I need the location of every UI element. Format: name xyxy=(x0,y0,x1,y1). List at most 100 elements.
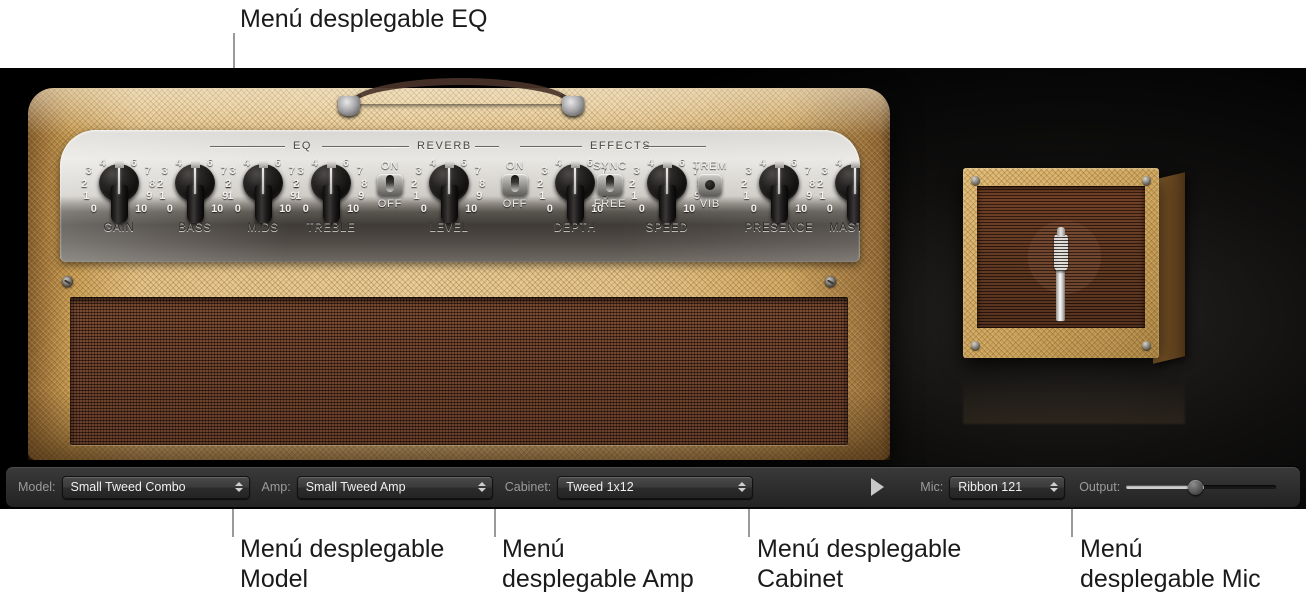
scale-0: 0 xyxy=(826,202,833,215)
scale-3: 3 xyxy=(229,164,236,177)
scale-0: 0 xyxy=(750,202,757,215)
scale-10: 10 xyxy=(211,202,224,215)
model-popup-menu[interactable]: Small Tweed Combo xyxy=(61,475,250,499)
switch-trem-bottom-label: VIB xyxy=(699,198,721,210)
knob-bass-dial[interactable]: 0 1 2 3 4 6 7 8 9 10 xyxy=(157,156,232,223)
scale-3: 3 xyxy=(745,164,752,177)
switch-effects-onoff[interactable]: ON OFF xyxy=(488,160,542,210)
amp-control-panel: EQ REVERB EFFECTS 0 1 2 3 4 6 7 8 9 10 G… xyxy=(60,130,860,262)
knob-gain-pointer xyxy=(118,164,120,194)
cabinet-reflection xyxy=(963,360,1185,424)
scale-1: 1 xyxy=(631,190,638,203)
microphone[interactable] xyxy=(1054,225,1068,321)
scale-1: 1 xyxy=(413,190,420,203)
knob-treble[interactable]: 0 1 2 3 4 6 7 8 9 10 TREBLE xyxy=(293,156,368,234)
knob-bass-cap xyxy=(190,161,200,168)
cabinet-screw-top-right xyxy=(1142,176,1151,185)
scale-4: 4 xyxy=(243,157,250,170)
switch-trem-top-label: TREM xyxy=(692,160,728,172)
switch-reverb-lever[interactable] xyxy=(386,175,394,192)
annotation-amp-leader xyxy=(494,509,496,537)
scale-2: 2 xyxy=(537,177,544,190)
annotation-eq-label: Menú desplegable EQ xyxy=(240,5,488,33)
handle-strap xyxy=(350,78,572,104)
knob-treble-pointer xyxy=(330,164,332,194)
knob-mids-cap xyxy=(258,161,268,168)
knob-gain-dial[interactable]: 0 1 2 3 4 6 7 8 9 10 xyxy=(81,156,156,223)
scale-2: 2 xyxy=(81,177,88,190)
handle-mount-right xyxy=(562,96,584,116)
amp-popup-menu[interactable]: Small Tweed Amp xyxy=(296,475,493,499)
knob-speed-label: SPEED xyxy=(645,222,689,234)
model-label: Model: xyxy=(18,480,56,494)
knob-treble-dial[interactable]: 0 1 2 3 4 6 7 8 9 10 xyxy=(293,156,368,223)
switch-trem-vib[interactable]: TREM VIB xyxy=(683,160,737,210)
chevron-updown-icon xyxy=(477,482,486,492)
scale-4: 4 xyxy=(759,157,766,170)
output-slider-thumb[interactable] xyxy=(1187,479,1203,495)
knob-presence-label: PRESENCE xyxy=(744,222,814,234)
knob-master-dial[interactable]: 0 1 2 3 4 6 7 8 9 10 xyxy=(817,156,860,223)
scale-1: 1 xyxy=(743,190,750,203)
knob-speed-cap xyxy=(662,161,672,168)
eq-section-title: EQ xyxy=(293,140,313,152)
output-label: Output: xyxy=(1079,480,1121,494)
knob-mids[interactable]: 0 1 2 3 4 6 7 8 9 10 MIDS xyxy=(225,156,300,234)
switch-sync-lever[interactable] xyxy=(606,175,614,192)
knob-gain[interactable]: 0 1 2 3 4 6 7 8 9 10 GAIN xyxy=(81,156,156,234)
knob-bass[interactable]: 0 1 2 3 4 6 7 8 9 10 BASS xyxy=(157,156,232,234)
scale-1: 1 xyxy=(295,190,302,203)
chevron-updown-icon xyxy=(234,482,243,492)
knob-presence-dial[interactable]: 0 1 2 3 4 6 7 8 9 10 xyxy=(741,156,816,223)
speaker-cabinet xyxy=(963,168,1185,364)
microphone-tip xyxy=(1057,226,1065,236)
switch-reverb-onoff[interactable]: ON OFF xyxy=(363,160,417,210)
switch-reverb-top-label: ON xyxy=(380,160,400,172)
scale-2: 2 xyxy=(293,177,300,190)
knob-master[interactable]: 0 1 2 3 4 6 7 8 9 10 xyxy=(817,156,860,234)
scale-7: 7 xyxy=(804,164,811,177)
eq-rule-left xyxy=(210,146,285,147)
scale-1: 1 xyxy=(819,190,826,203)
cabinet-popup-menu[interactable]: Tweed 1x12 xyxy=(557,475,754,499)
scale-3: 3 xyxy=(415,164,422,177)
grille-screw-top-right xyxy=(825,276,836,287)
knob-gain-cap xyxy=(114,161,124,168)
knob-level-dial[interactable]: 0 1 2 3 4 6 7 8 9 10 xyxy=(411,156,486,223)
switch-trem-body[interactable] xyxy=(698,174,722,196)
scale-2: 2 xyxy=(741,177,748,190)
cabinet-front xyxy=(963,168,1159,358)
mic-popup-menu[interactable]: Ribbon 121 xyxy=(949,475,1066,499)
scale-4: 4 xyxy=(311,157,318,170)
scale-10: 10 xyxy=(347,202,360,215)
knob-presence[interactable]: 0 1 2 3 4 6 7 8 9 10 PRESENCE xyxy=(741,156,816,234)
effects-rule-right xyxy=(644,146,706,147)
annotation-mic-leader xyxy=(1071,509,1073,537)
scale-10: 10 xyxy=(465,202,478,215)
switch-effects-lever[interactable] xyxy=(511,175,519,192)
knob-presence-pointer xyxy=(778,164,780,194)
annotation-model-label: Menú desplegable Model xyxy=(240,535,445,593)
scale-2: 2 xyxy=(411,177,418,190)
switch-reverb-body[interactable] xyxy=(377,174,403,196)
knob-depth-cap xyxy=(570,161,580,168)
knob-level-cap xyxy=(444,161,454,168)
mic-popup-value: Ribbon 121 xyxy=(958,480,1023,494)
annotation-cabinet-label: Menú desplegable Cabinet xyxy=(757,535,962,593)
scale-0: 0 xyxy=(166,202,173,215)
scale-8: 8 xyxy=(809,177,816,190)
play-triangle-icon[interactable] xyxy=(871,478,885,496)
plugin-toolbar: Model: Small Tweed Combo Amp: Small Twee… xyxy=(6,467,1300,507)
annotation-mic-label: Menú desplegable Mic xyxy=(1080,535,1261,593)
output-slider[interactable] xyxy=(1126,477,1277,497)
scale-4: 4 xyxy=(647,157,654,170)
scale-3: 3 xyxy=(297,164,304,177)
amp-popup-value: Small Tweed Amp xyxy=(305,480,406,494)
scale-2: 2 xyxy=(225,177,232,190)
switch-sync-body[interactable] xyxy=(597,174,623,196)
microphone-head[interactable] xyxy=(1054,232,1068,271)
scale-1: 1 xyxy=(539,190,546,203)
knob-level[interactable]: 0 1 2 3 4 6 7 8 9 10 LEVEL xyxy=(411,156,486,234)
knob-mids-dial[interactable]: 0 1 2 3 4 6 7 8 9 10 xyxy=(225,156,300,223)
switch-effects-body[interactable] xyxy=(502,174,528,196)
